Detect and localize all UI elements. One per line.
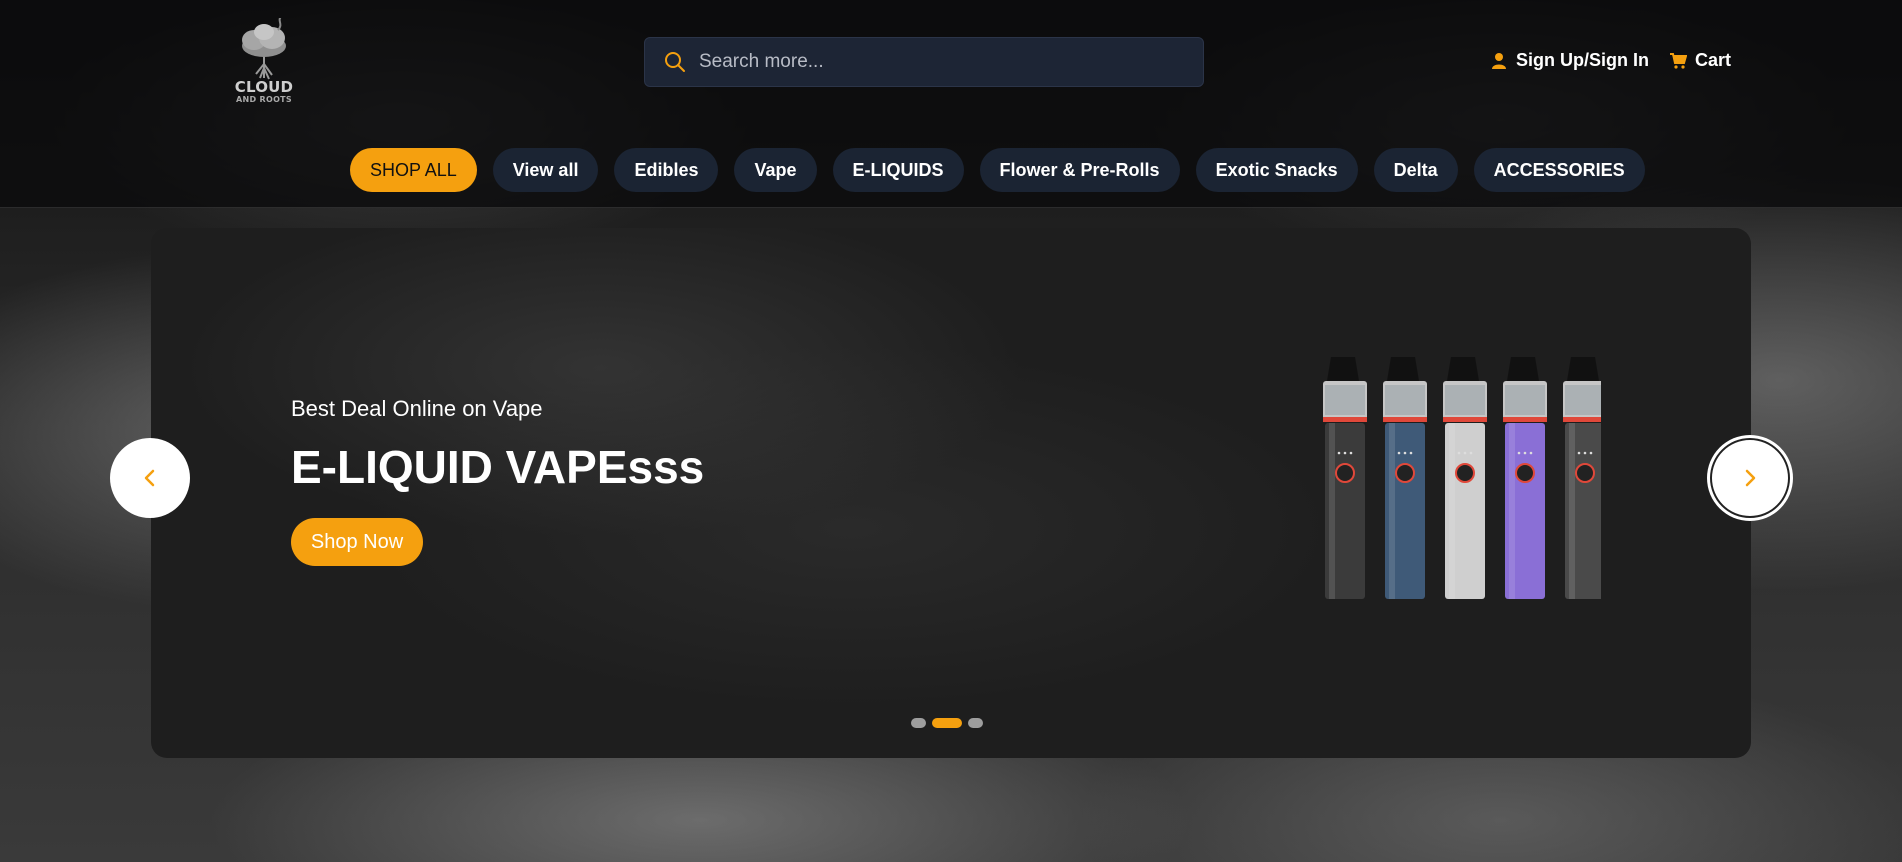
logo-tagline: AND ROOTS [236, 95, 292, 104]
logo-title: CLOUD [234, 78, 294, 96]
cart-link[interactable]: Cart [1669, 50, 1731, 71]
carousel-dot[interactable] [968, 718, 983, 728]
vape-pen [1383, 357, 1427, 599]
nav-pill-shop-all[interactable]: SHOP ALL [350, 148, 477, 192]
nav-pill-e-liquids[interactable]: E-LIQUIDS [832, 148, 964, 192]
chevron-right-icon [1745, 469, 1756, 487]
nav-pill-vape[interactable]: Vape [734, 148, 817, 192]
carousel-prev-button[interactable] [110, 438, 190, 518]
nav-pill-delta[interactable]: Delta [1373, 148, 1458, 192]
site-header: CLOUD AND ROOTS Sign Up/Sign In Cart [0, 0, 1902, 208]
nav-pill-accessories[interactable]: ACCESSORIES [1473, 148, 1645, 192]
hero-subtitle: Best Deal Online on Vape [291, 396, 543, 421]
vape-pen [1563, 357, 1601, 599]
nav-pill-exotic-snacks[interactable]: Exotic Snacks [1195, 148, 1358, 192]
carousel-dots [911, 718, 983, 728]
user-links: Sign Up/Sign In Cart [1490, 50, 1731, 71]
search-bar[interactable] [644, 37, 1204, 87]
vape-pens-image [1323, 357, 1601, 599]
carousel-next-button[interactable] [1710, 438, 1790, 518]
hero-title: E-LIQUID VAPEsss [291, 441, 705, 493]
logo[interactable]: CLOUD AND ROOTS [232, 18, 296, 114]
vape-pen [1503, 357, 1547, 599]
user-icon [1492, 52, 1506, 69]
category-nav: SHOP ALL View all Edibles Vape E-LIQUIDS… [350, 148, 1645, 192]
cloud-tree-logo-icon [242, 18, 286, 80]
vape-pen [1323, 357, 1367, 599]
search-input[interactable] [699, 51, 1179, 73]
carousel-dot-active[interactable] [932, 718, 962, 728]
cart-label: Cart [1695, 50, 1732, 70]
signin-label: Sign Up/Sign In [1516, 50, 1649, 70]
nav-pill-flower-pre-rolls[interactable]: Flower & Pre-Rolls [979, 148, 1180, 192]
hero-banner: Best Deal Online on Vape E-LIQUID VAPEss… [151, 228, 1751, 758]
nav-pill-view-all[interactable]: View all [492, 148, 599, 192]
cart-icon [1670, 52, 1687, 69]
search-icon [665, 52, 685, 72]
carousel-dot[interactable] [911, 718, 926, 728]
vape-pen [1443, 357, 1487, 599]
nav-pill-edibles[interactable]: Edibles [614, 148, 719, 192]
chevron-left-icon [144, 469, 155, 487]
shop-now-button[interactable]: Shop Now [291, 518, 423, 566]
signin-link[interactable]: Sign Up/Sign In [1490, 50, 1649, 71]
